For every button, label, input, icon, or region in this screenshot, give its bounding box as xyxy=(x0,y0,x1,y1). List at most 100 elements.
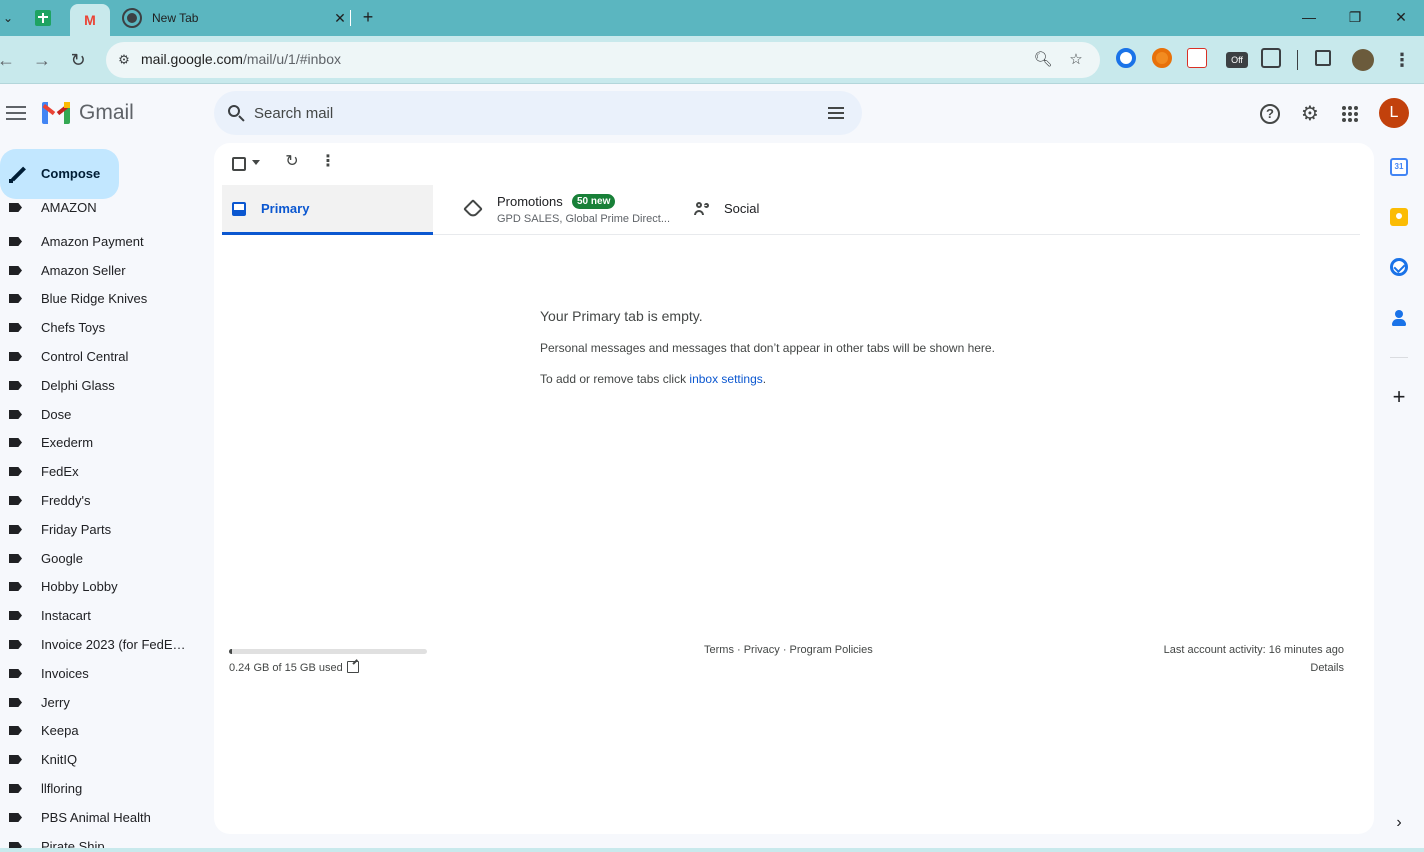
add-addon-icon[interactable]: + xyxy=(1388,386,1410,408)
sidebar-label-item[interactable]: llfloring xyxy=(0,774,212,802)
extension-off-icon[interactable]: Off xyxy=(1226,52,1248,68)
zoom-icon[interactable]: 🔍︎ xyxy=(1033,50,1053,70)
sidebar-label-item[interactable]: Delphi Glass xyxy=(0,371,212,399)
url-text[interactable]: mail.google.com/mail/u/1/#inbox xyxy=(141,51,341,67)
account-avatar[interactable]: L xyxy=(1379,98,1409,128)
open-in-new-icon[interactable] xyxy=(347,661,359,673)
label-icon xyxy=(9,496,22,505)
keep-icon[interactable] xyxy=(1390,208,1408,226)
tab-gmail[interactable]: M xyxy=(70,4,110,36)
help-icon[interactable]: ? xyxy=(1260,104,1280,124)
restore-button[interactable]: ❐ xyxy=(1332,6,1378,28)
tab-sheets[interactable] xyxy=(29,6,57,30)
tab-new-tab[interactable]: New Tab ✕ xyxy=(118,4,348,32)
sidebar-label-item[interactable]: Amazon Seller xyxy=(0,256,212,284)
sidebar-label-item[interactable]: Freddy's xyxy=(0,486,212,514)
gmail-icon: M xyxy=(84,12,96,28)
url-domain: mail.google.com xyxy=(141,51,243,67)
tab-promotions[interactable]: Promotions 50 new GPD SALES, Global Prim… xyxy=(450,185,670,235)
extension-icon[interactable] xyxy=(1116,48,1136,68)
sidebar-label-item[interactable]: Blue Ridge Knives xyxy=(0,284,212,312)
bookmark-star-icon[interactable]: ☆ xyxy=(1066,50,1086,70)
gmail-logo[interactable]: Gmail xyxy=(42,101,134,125)
search-input[interactable] xyxy=(254,101,814,125)
extension-icon[interactable] xyxy=(1187,48,1207,68)
inbox-panel: ↻ ⋮ Primary Promotions 50 new GPD SALES,… xyxy=(214,143,1374,834)
browser-menu-icon[interactable]: ⋮ xyxy=(1392,48,1412,72)
forward-button[interactable]: → xyxy=(30,48,54,72)
contacts-icon[interactable] xyxy=(1390,308,1408,326)
close-icon[interactable]: ✕ xyxy=(332,10,348,27)
sidebar-label-item[interactable]: Dose xyxy=(0,400,212,428)
browser-profile-avatar[interactable] xyxy=(1352,49,1374,71)
minimize-button[interactable]: — xyxy=(1286,6,1332,28)
new-tab-button[interactable]: + xyxy=(358,6,378,28)
label-icon xyxy=(9,813,22,822)
sidebar-label-item[interactable]: Friday Parts xyxy=(0,515,212,543)
side-panel-icon[interactable] xyxy=(1315,50,1331,66)
main-menu-icon[interactable] xyxy=(4,103,28,123)
sidebar-label-text: llfloring xyxy=(41,781,83,796)
chevron-right-icon[interactable]: › xyxy=(1390,812,1408,834)
sidebar-label-item[interactable]: FedEx xyxy=(0,457,212,485)
back-button[interactable]: ← xyxy=(0,48,18,72)
pencil-icon xyxy=(8,164,28,184)
sidebar-label-item[interactable]: Invoice 2023 (for FedEx ... xyxy=(0,630,212,658)
compose-label: Compose xyxy=(41,166,101,181)
sidebar-label-item[interactable]: Instacart xyxy=(0,601,212,629)
sidebar-label-item[interactable]: Google xyxy=(0,544,212,572)
tab-separator xyxy=(350,10,351,26)
sidebar-label-item[interactable]: AMAZON xyxy=(0,203,212,221)
sidebar-label-item[interactable]: Exederm xyxy=(0,428,212,456)
address-bar[interactable]: ⚙ mail.google.com/mail/u/1/#inbox 🔍︎ ☆ xyxy=(106,42,1100,78)
calendar-icon[interactable]: 31 xyxy=(1390,158,1408,176)
tasks-icon[interactable] xyxy=(1390,258,1408,276)
tab-primary[interactable]: Primary xyxy=(222,185,433,235)
activity-details-link[interactable]: Details xyxy=(1310,662,1344,674)
tab-search-dropdown-icon[interactable]: ⌄ xyxy=(0,8,16,28)
search-icon[interactable] xyxy=(226,103,246,123)
sidebar-label-text: Instacart xyxy=(41,608,91,623)
compose-button[interactable]: Compose xyxy=(0,149,119,199)
label-list: AMAZON Amazon Payment Amazon Seller Blue… xyxy=(0,203,212,849)
extension-icon[interactable] xyxy=(1152,48,1172,68)
search-options-icon[interactable] xyxy=(826,103,846,123)
sidebar-label-item[interactable]: Hobby Lobby xyxy=(0,572,212,600)
refresh-icon[interactable]: ↻ xyxy=(282,152,302,172)
sidebar-label-item[interactable]: KnitIQ xyxy=(0,745,212,773)
sidebar-label-text: AMAZON xyxy=(41,203,97,215)
tag-icon xyxy=(463,199,483,219)
google-apps-icon[interactable] xyxy=(1342,106,1358,122)
sidebar-label-text: Amazon Seller xyxy=(41,263,126,278)
label-icon xyxy=(9,352,22,361)
sidebar-label-text: Hobby Lobby xyxy=(41,579,118,594)
sidebar-label-item[interactable]: PBS Animal Health xyxy=(0,803,212,831)
select-all-checkbox[interactable] xyxy=(232,157,246,171)
sidebar-label-item[interactable]: Chefs Toys xyxy=(0,313,212,341)
more-options-icon[interactable]: ⋮ xyxy=(318,152,338,172)
inbox-settings-link[interactable]: inbox settings xyxy=(689,372,762,386)
sidebar-label-item[interactable]: Amazon Payment xyxy=(0,227,212,255)
gmail-m-icon xyxy=(42,102,70,124)
window-bottom-edge xyxy=(0,848,1424,852)
footer-links[interactable]: Terms · Privacy · Program Policies xyxy=(704,644,873,656)
empty-state-hint: To add or remove tabs click inbox settin… xyxy=(540,372,766,386)
reload-button[interactable]: ↻ xyxy=(66,48,90,72)
site-info-icon[interactable]: ⚙ xyxy=(114,50,134,70)
select-dropdown-icon[interactable] xyxy=(252,160,260,165)
sidebar-label-item[interactable]: Pirate Ship xyxy=(0,832,212,849)
promotions-senders: GPD SALES, Global Prime Direct... xyxy=(497,213,670,225)
sidebar-label-item[interactable]: Keepa xyxy=(0,716,212,744)
settings-gear-icon[interactable]: ⚙ xyxy=(1298,102,1322,126)
close-window-button[interactable]: ✕ xyxy=(1378,6,1424,28)
tab-social[interactable]: Social xyxy=(684,185,904,235)
sidebar-label-item[interactable]: Control Central xyxy=(0,342,212,370)
search-bar[interactable] xyxy=(214,91,862,135)
sidebar-label-item[interactable]: Invoices xyxy=(0,659,212,687)
puzzle-icon[interactable] xyxy=(1261,48,1281,68)
label-icon xyxy=(9,438,22,447)
storage-usage-text: 0.24 GB of 15 GB used xyxy=(229,662,343,674)
label-icon xyxy=(9,410,22,419)
sidebar-label-item[interactable]: Jerry xyxy=(0,688,212,716)
label-icon xyxy=(9,755,22,764)
